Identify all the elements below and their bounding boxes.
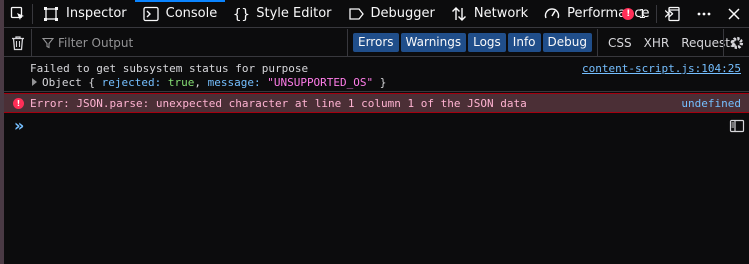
object-preview[interactable]: Object { rejected: true, message: "UNSUP… [32, 76, 386, 89]
trash-icon [11, 35, 24, 50]
filter-errors-button[interactable]: Errors [353, 33, 399, 52]
error-source-location[interactable]: undefined [681, 97, 741, 110]
console-log-message: Failed to get subsystem status for purpo… [4, 58, 749, 92]
error-count-badge[interactable]: ! 1 [614, 7, 654, 21]
devtools-toolbar: Inspector Console {} Style Editor Debugg… [4, 0, 749, 28]
obj-val-message: "UNSUPPORTED_OS" [267, 76, 374, 89]
tab-debugger[interactable]: Debugger [340, 0, 443, 28]
console-settings-button[interactable] [723, 29, 749, 57]
gear-icon [730, 36, 743, 50]
obj-suffix: } [373, 76, 387, 89]
separate-window-button[interactable] [659, 0, 689, 28]
error-icon: ! [622, 8, 635, 20]
console-icon [142, 6, 159, 21]
source-location-link[interactable]: content-script.js:104:25 [582, 62, 741, 75]
ellipsis-icon [697, 12, 711, 16]
filter-logs-button[interactable]: Logs [468, 33, 506, 52]
clear-console-button[interactable] [4, 28, 32, 57]
debugger-icon [348, 7, 364, 20]
tab-label: Debugger [370, 6, 435, 21]
filter-info-button[interactable]: Info [507, 33, 541, 52]
log-text: Failed to get subsystem status for purpo… [30, 62, 309, 75]
braces-icon: {} [233, 7, 249, 22]
tab-label: Style Editor [256, 6, 332, 21]
gauge-icon [544, 7, 560, 18]
filter-output-input[interactable]: Filter Output [32, 28, 348, 57]
tab-console[interactable]: Console [134, 0, 226, 28]
request-type-filters: CSS XHR Requests [598, 36, 742, 50]
filter-debug-button[interactable]: Debug [542, 33, 592, 52]
error-count: 1 [638, 7, 646, 21]
toolbar-right: ! 1 [614, 0, 749, 28]
console-filter-bar: Filter Output Errors Warnings Logs Info … [4, 28, 749, 57]
filter-funnel-icon [42, 37, 54, 48]
close-devtools-button[interactable] [719, 0, 749, 28]
log-level-filters: Errors Warnings Logs Info Debug [348, 28, 598, 57]
error-icon: ! [13, 98, 24, 109]
inspector-icon [44, 6, 58, 21]
filter-warnings-button[interactable]: Warnings [400, 33, 467, 52]
element-picker-button[interactable] [4, 3, 33, 24]
obj-val-rejected: true [167, 76, 195, 89]
filter-css-button[interactable]: CSS [602, 36, 638, 50]
toolbar-separator [656, 5, 657, 23]
obj-key-rejected: rejected: [101, 76, 168, 89]
expand-arrow-icon[interactable] [32, 78, 37, 86]
tab-style-editor[interactable]: {} Style Editor [225, 0, 339, 28]
tab-label: Inspector [66, 6, 127, 21]
obj-prefix: Object { [42, 76, 102, 89]
tab-inspector[interactable]: Inspector [35, 0, 135, 28]
svg-text:{}: {} [233, 7, 249, 22]
obj-sep: , [194, 76, 208, 89]
editor-mode-toggle-icon[interactable] [729, 118, 745, 134]
tab-label: Console [165, 6, 218, 21]
filter-xhr-button[interactable]: XHR [638, 36, 676, 50]
picker-icon [10, 6, 24, 20]
console-error-message: ! Error: JSON.parse: unexpected characte… [4, 93, 749, 113]
error-text: Error: JSON.parse: unexpected character … [30, 97, 527, 110]
network-arrows-icon [451, 6, 466, 21]
more-options-button[interactable] [689, 0, 719, 28]
tab-network[interactable]: Network [443, 0, 536, 28]
tab-label: Network [473, 6, 529, 21]
window-icon [668, 6, 680, 22]
filter-placeholder: Filter Output [58, 35, 134, 50]
console-input-prompt-icon[interactable]: » [14, 116, 24, 135]
close-icon [728, 8, 740, 20]
obj-key-message: message: [207, 76, 268, 89]
